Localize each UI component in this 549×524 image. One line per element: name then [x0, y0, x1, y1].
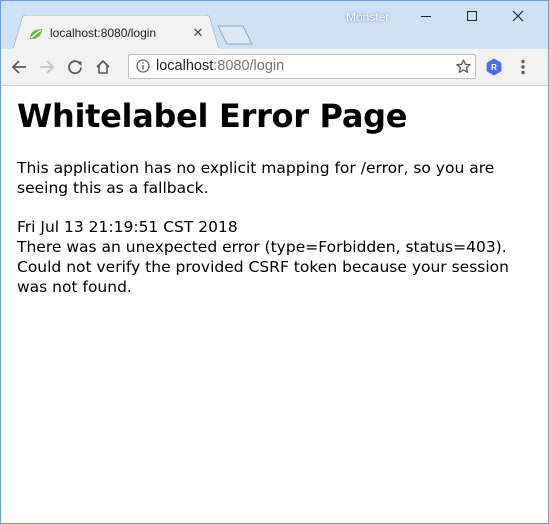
description-paragraph: This application has no explicit mapping…: [17, 158, 537, 198]
error-timestamp: Fri Jul 13 21:19:51 CST 2018: [17, 218, 238, 236]
minimize-button[interactable]: [403, 1, 449, 31]
info-icon[interactable]: [136, 59, 150, 73]
forward-button[interactable]: [35, 55, 59, 79]
error-message-line-2: was not found.: [17, 278, 132, 296]
browser-toolbar: localhost:8080/login R: [1, 49, 548, 86]
url-path: :8080/login: [213, 58, 285, 74]
reload-icon: [68, 60, 82, 75]
more-vert-icon: [521, 59, 525, 75]
minimize-icon: [421, 16, 431, 17]
spring-leaf-icon: [30, 29, 42, 39]
error-type-line: There was an unexpected error (type=Forb…: [17, 238, 507, 256]
home-icon: [96, 60, 110, 74]
description-line-2: seeing this as a fallback.: [17, 179, 209, 197]
address-bar[interactable]: localhost:8080/login: [128, 54, 476, 79]
tab-close-icon[interactable]: ✕: [191, 26, 205, 41]
page-heading: Whitelabel Error Page: [17, 97, 408, 135]
url-host: localhost: [156, 58, 214, 74]
home-button[interactable]: [91, 55, 115, 79]
browser-tab[interactable]: localhost:8080/login ✕: [13, 15, 219, 49]
tab-title: localhost:8080/login: [50, 26, 157, 40]
menu-button[interactable]: [513, 56, 533, 78]
extension-label: R: [491, 62, 497, 72]
error-details: Fri Jul 13 21:19:51 CST 2018 There was a…: [17, 217, 537, 297]
error-message-line-1: Could not verify the provided CSRF token…: [17, 258, 509, 276]
maximize-button[interactable]: [449, 1, 495, 31]
forward-arrow-icon: [40, 60, 55, 74]
page-content: Whitelabel Error Page This application h…: [1, 86, 548, 523]
profile-name[interactable]: Monster: [346, 10, 389, 24]
reload-button[interactable]: [63, 55, 87, 79]
extension-button[interactable]: R: [485, 58, 503, 76]
back-button[interactable]: [7, 55, 31, 79]
description-line-1: This application has no explicit mapping…: [17, 159, 495, 177]
maximize-icon: [467, 11, 477, 21]
new-tab-button[interactable]: [217, 25, 253, 45]
close-window-button[interactable]: [495, 1, 541, 31]
title-bar: localhost:8080/login ✕ Monster: [1, 1, 548, 49]
back-arrow-icon: [11, 60, 26, 74]
star-icon[interactable]: [455, 58, 472, 75]
close-icon: [512, 10, 524, 22]
browser-window: localhost:8080/login ✕ Monster localhost…: [0, 0, 549, 524]
url-text: localhost:8080/login: [156, 58, 284, 74]
